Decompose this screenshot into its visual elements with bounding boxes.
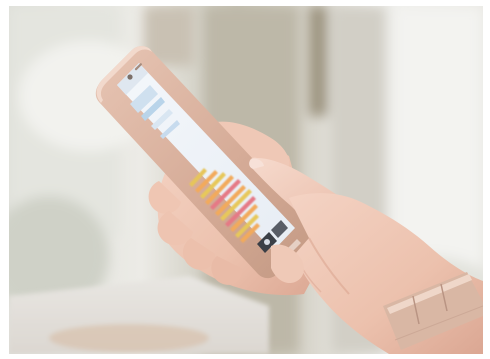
photo-frame xyxy=(9,6,483,354)
smartphone-photo xyxy=(9,6,483,354)
